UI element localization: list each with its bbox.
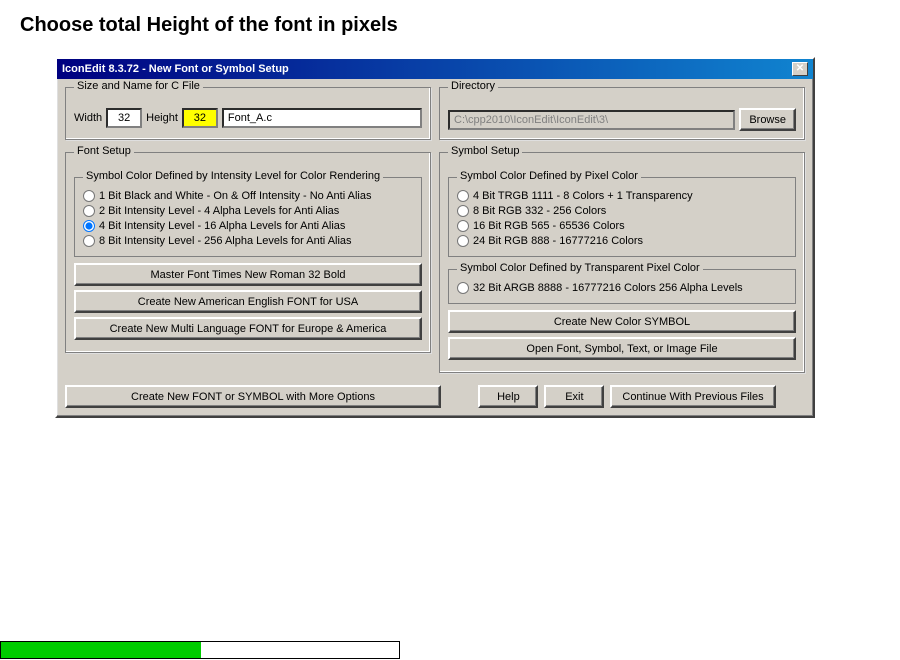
pixel-color-radio-group: 4 Bit TRGB 1111 - 8 Colors + 1 Transpare…	[457, 190, 787, 247]
filename-input[interactable]	[222, 108, 422, 128]
pixel-color-group-title: Symbol Color Defined by Pixel Color	[457, 170, 641, 182]
radio-intensity-3[interactable]: 4 Bit Intensity Level - 16 Alpha Levels …	[83, 220, 413, 232]
browse-button[interactable]: Browse	[739, 108, 796, 131]
directory-input[interactable]	[448, 110, 735, 130]
create-english-font-button[interactable]: Create New American English FONT for USA	[74, 290, 422, 313]
help-button[interactable]: Help	[478, 385, 538, 408]
radio-pixel-2[interactable]: 8 Bit RGB 332 - 256 Colors	[457, 205, 787, 217]
intensity-group-title: Symbol Color Defined by Intensity Level …	[83, 170, 383, 182]
font-setup-title: Font Setup	[74, 145, 134, 157]
directory-group-title: Directory	[448, 80, 498, 92]
height-input[interactable]	[182, 108, 218, 128]
radio-pixel-4[interactable]: 24 Bit RGB 888 - 16777216 Colors	[457, 235, 787, 247]
transparent-radio-group: 32 Bit ARGB 8888 - 16777216 Colors 256 A…	[457, 282, 787, 294]
radio-intensity-1[interactable]: 1 Bit Black and White - On & Off Intensi…	[83, 190, 413, 202]
dialog-window: IconEdit 8.3.72 - New Font or Symbol Set…	[55, 57, 815, 418]
open-font-button[interactable]: Open Font, Symbol, Text, or Image File	[448, 337, 796, 360]
height-label: Height	[146, 112, 178, 124]
page-title: Choose total Height of the font in pixel…	[0, 0, 900, 47]
continue-button[interactable]: Continue With Previous Files	[610, 385, 775, 408]
radio-pixel-3[interactable]: 16 Bit RGB 565 - 65536 Colors	[457, 220, 787, 232]
exit-button[interactable]: Exit	[544, 385, 604, 408]
create-font-symbol-options-button[interactable]: Create New FONT or SYMBOL with More Opti…	[65, 385, 441, 408]
progress-bar	[1, 642, 201, 658]
create-color-symbol-button[interactable]: Create New Color SYMBOL	[448, 310, 796, 333]
symbol-setup-title: Symbol Setup	[448, 145, 522, 157]
close-button[interactable]: ✕	[792, 62, 808, 76]
radio-pixel-1[interactable]: 4 Bit TRGB 1111 - 8 Colors + 1 Transpare…	[457, 190, 787, 202]
dialog-title: IconEdit 8.3.72 - New Font or Symbol Set…	[62, 63, 289, 75]
radio-transparent-1[interactable]: 32 Bit ARGB 8888 - 16777216 Colors 256 A…	[457, 282, 787, 294]
transparent-group-title: Symbol Color Defined by Transparent Pixe…	[457, 262, 703, 274]
dialog-titlebar: IconEdit 8.3.72 - New Font or Symbol Set…	[57, 59, 813, 79]
create-multilang-font-button[interactable]: Create New Multi Language FONT for Europ…	[74, 317, 422, 340]
intensity-radio-group: 1 Bit Black and White - On & Off Intensi…	[83, 190, 413, 247]
size-group-title: Size and Name for C File	[74, 80, 203, 92]
width-input[interactable]	[106, 108, 142, 128]
master-font-button[interactable]: Master Font Times New Roman 32 Bold	[74, 263, 422, 286]
width-label: Width	[74, 112, 102, 124]
radio-intensity-2[interactable]: 2 Bit Intensity Level - 4 Alpha Levels f…	[83, 205, 413, 217]
radio-intensity-4[interactable]: 8 Bit Intensity Level - 256 Alpha Levels…	[83, 235, 413, 247]
